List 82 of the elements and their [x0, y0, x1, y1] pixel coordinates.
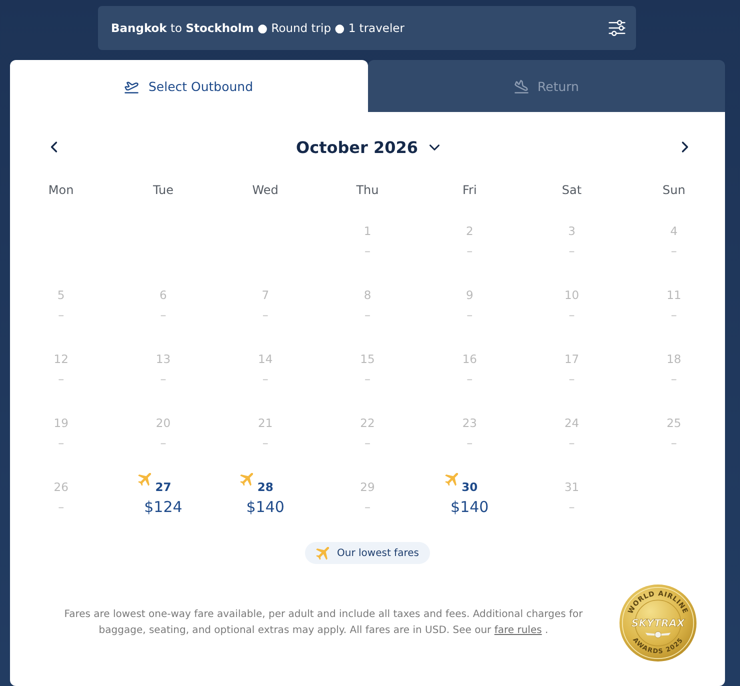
no-fare-dash: –	[364, 243, 370, 260]
no-fare-dash: –	[160, 435, 166, 452]
no-fare-dash: –	[364, 307, 370, 324]
weekday-label: Sat	[562, 182, 582, 199]
badge-brand-text: SKYTRAX	[631, 618, 685, 630]
search-summary-text: Bangkok to Stockholm ● Round trip ● 1 traveler	[111, 21, 404, 35]
weekday-label: Fri	[462, 182, 477, 199]
day-number: 25	[666, 415, 682, 431]
day-number: 22	[360, 415, 375, 431]
no-fare-dash: –	[670, 243, 677, 260]
no-fare-dash: –	[670, 371, 677, 388]
weekday-label: Thu	[356, 182, 379, 199]
day-number: 15	[360, 351, 375, 367]
no-fare-dash: –	[568, 499, 575, 516]
day-number: 16	[462, 351, 477, 367]
month-dropdown[interactable]: October 2026	[294, 138, 446, 156]
weekday-label: Wed	[252, 182, 278, 199]
no-fare-dash: –	[568, 243, 575, 260]
day-number: 17	[564, 351, 580, 367]
fare-price[interactable]: $140	[246, 497, 284, 517]
day-number: 9	[466, 287, 474, 303]
no-fare-dash: –	[670, 307, 677, 324]
day-number: 5	[57, 287, 65, 303]
trip-tab[interactable]: Select Outbound	[10, 60, 368, 112]
day-number: 21	[258, 415, 273, 431]
airplane-icon	[316, 546, 330, 560]
plane-takeoff-icon	[124, 78, 140, 94]
no-fare-dash: –	[58, 435, 64, 452]
wings-icon	[645, 631, 671, 638]
day-number: 29	[360, 479, 375, 495]
day-number: 11	[666, 287, 682, 303]
day-number: 31	[564, 479, 580, 495]
day-number: 24	[564, 415, 580, 431]
fare-rules-link[interactable]: fare rules	[494, 625, 542, 636]
day-number: 10	[564, 287, 580, 303]
legend-label: Our lowest fares	[337, 548, 419, 558]
day-number: 4	[670, 223, 678, 239]
no-fare-dash: –	[160, 371, 166, 388]
no-fare-dash: –	[670, 435, 677, 452]
no-fare-dash: –	[466, 307, 473, 324]
fare-price[interactable]: $124	[144, 497, 182, 517]
no-fare-dash: –	[262, 435, 268, 452]
day-number: 26	[54, 479, 68, 495]
no-fare-dash: –	[568, 435, 575, 452]
day-number: 8	[364, 287, 372, 303]
fare-price[interactable]: $140	[450, 497, 489, 517]
day-number: 12	[54, 351, 68, 367]
fare-disclaimer-text: Fares are lowest one-way fare available, per adult and include all taxes and fees. Additional charges for baggage, seating, and optional extras may apply. All fares are in USD. See our fare rules .	[63, 608, 584, 638]
no-fare-dash: –	[364, 499, 370, 516]
day-number: 1	[364, 223, 372, 239]
day-number: 23	[462, 415, 477, 431]
no-fare-dash: –	[364, 371, 370, 388]
day-number[interactable]: 28	[257, 479, 274, 495]
no-fare-dash: –	[58, 371, 64, 388]
plane-landing-icon	[514, 78, 528, 94]
no-fare-dash: –	[160, 307, 166, 324]
no-fare-dash: –	[466, 371, 473, 388]
no-fare-dash: –	[466, 243, 473, 260]
no-fare-dash: –	[58, 499, 64, 516]
day-number: 13	[156, 351, 171, 367]
no-fare-dash: –	[568, 371, 575, 388]
day-number: 3	[568, 223, 576, 239]
no-fare-dash: –	[568, 307, 575, 324]
day-number: 7	[262, 287, 270, 303]
sliders-icon	[608, 19, 626, 37]
weekday-label: Sun	[662, 182, 686, 199]
day-number: 2	[466, 223, 474, 239]
no-fare-dash: –	[364, 435, 370, 452]
no-fare-dash: –	[466, 435, 473, 452]
day-number: 20	[156, 415, 171, 431]
day-number: 19	[54, 415, 68, 431]
no-fare-dash: –	[262, 307, 268, 324]
no-fare-dash: –	[58, 307, 64, 324]
day-number: 18	[666, 351, 682, 367]
day-number[interactable]: 27	[155, 479, 172, 495]
day-number: 6	[160, 287, 167, 303]
weekday-label: Tue	[152, 182, 174, 199]
day-number: 14	[258, 351, 273, 367]
day-number[interactable]: 30	[462, 479, 478, 495]
weekday-label: Mon	[48, 182, 74, 199]
no-fare-dash: –	[262, 371, 268, 388]
filter-button[interactable]	[608, 19, 626, 37]
